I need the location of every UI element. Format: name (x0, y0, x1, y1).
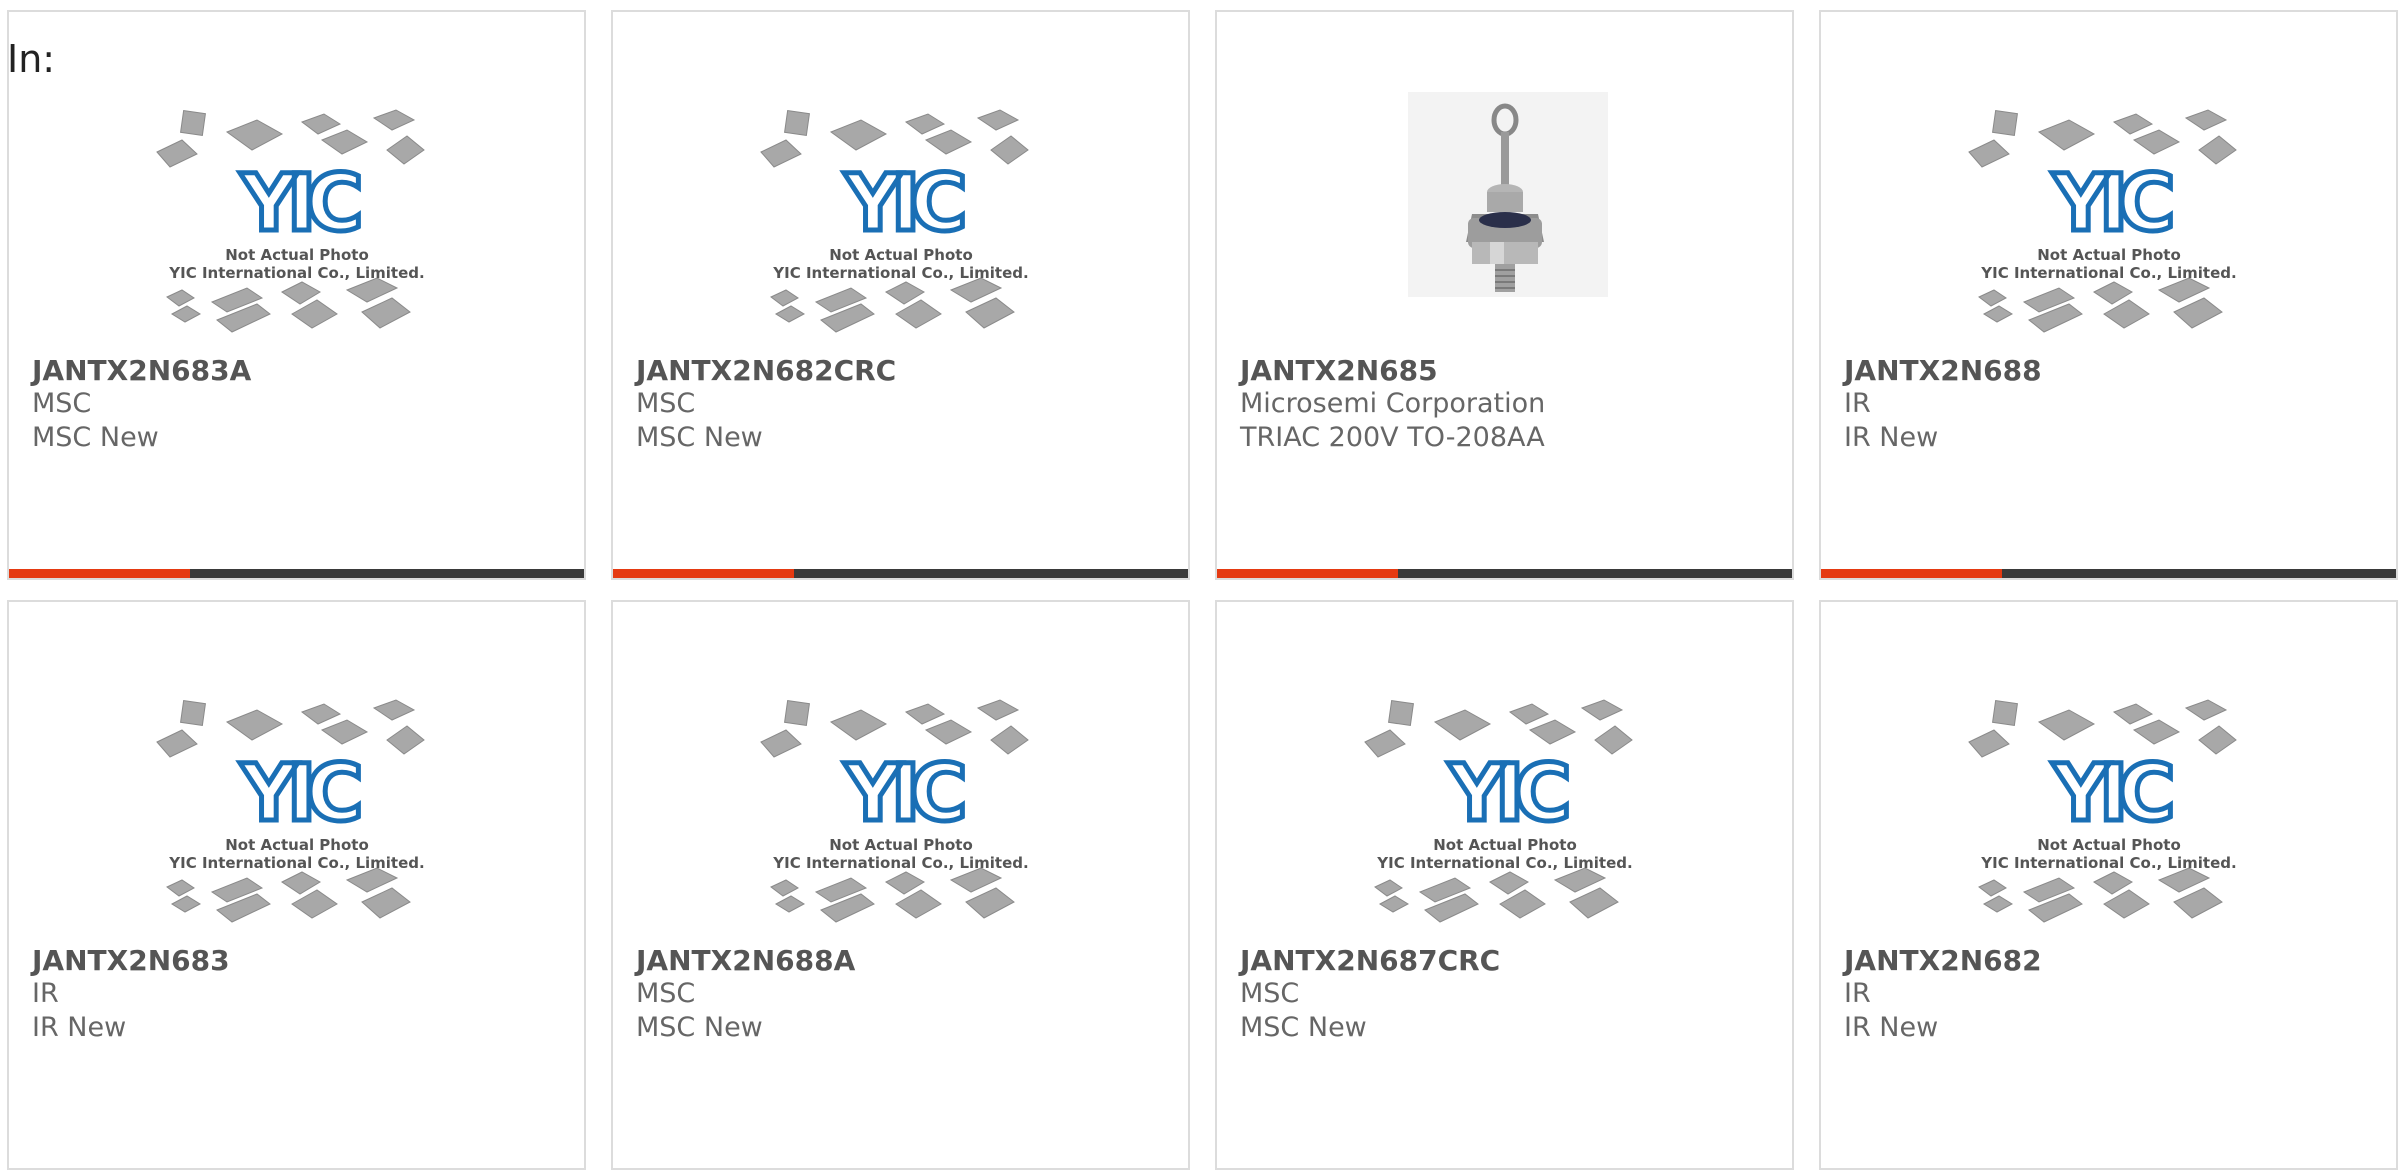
svg-text:YIC International Co., Limited: YIC International Co., Limited. (772, 264, 1028, 282)
yic-placeholder-icon: YIC Not Actual Photo YIC International C… (1363, 699, 1633, 923)
svg-text:YIC International Co., Limited: YIC International Co., Limited. (168, 854, 424, 872)
svg-text:YIC: YIC (843, 159, 963, 249)
svg-text:Not Actual Photo: Not Actual Photo (2037, 836, 2181, 854)
svg-text:Not Actual Photo: Not Actual Photo (225, 246, 369, 264)
svg-text:Not Actual Photo: Not Actual Photo (829, 246, 973, 264)
product-grid: YIC Not Actual Photo YIC International C… (7, 10, 2400, 1170)
svg-text:YIC: YIC (2051, 749, 2171, 839)
card-bottom-bar (9, 569, 584, 578)
product-card[interactable]: YIC Not Actual Photo YIC International C… (1819, 10, 2398, 580)
svg-text:YIC: YIC (239, 159, 359, 249)
manufacturer: MSC (1240, 978, 1300, 1009)
svg-text:YIC International Co., Limited: YIC International Co., Limited. (1376, 854, 1632, 872)
svg-text:YIC: YIC (1447, 749, 1567, 839)
description: MSC New (636, 1012, 763, 1043)
svg-text:YIC International Co., Limited: YIC International Co., Limited. (168, 264, 424, 282)
description: MSC New (636, 422, 763, 453)
card-bottom-bar (1217, 569, 1792, 578)
svg-text:YIC International Co., Limited: YIC International Co., Limited. (1980, 854, 2236, 872)
manufacturer: MSC (32, 388, 92, 419)
description: MSC New (32, 422, 159, 453)
placeholder-photo[interactable]: YIC Not Actual Photo YIC International C… (1821, 92, 2396, 352)
svg-text:YIC: YIC (239, 749, 359, 839)
placeholder-photo[interactable]: YIC Not Actual Photo YIC International C… (1217, 682, 1792, 942)
manufacturer: Microsemi Corporation (1240, 388, 1546, 419)
svg-text:Not Actual Photo: Not Actual Photo (1433, 836, 1577, 854)
yic-placeholder-icon: YIC Not Actual Photo YIC International C… (1967, 699, 2237, 923)
section-heading: In: (7, 37, 56, 81)
product-card[interactable]: YIC Not Actual Photo YIC International C… (7, 600, 586, 1170)
description: IR New (1844, 1012, 1939, 1043)
svg-text:Not Actual Photo: Not Actual Photo (829, 836, 973, 854)
placeholder-photo[interactable]: YIC Not Actual Photo YIC International C… (613, 92, 1188, 352)
manufacturer: MSC (636, 388, 696, 419)
part-number[interactable]: JANTX2N683A (32, 354, 251, 387)
yic-placeholder-icon: YIC Not Actual Photo YIC International C… (1967, 109, 2237, 333)
card-bottom-bar (1821, 569, 2396, 578)
part-number[interactable]: JANTX2N685 (1240, 354, 1438, 387)
product-card[interactable]: YIC Not Actual Photo YIC International C… (1215, 600, 1794, 1170)
svg-text:Not Actual Photo: Not Actual Photo (2037, 246, 2181, 264)
yic-placeholder-icon: YIC Not Actual Photo YIC International C… (759, 109, 1029, 333)
manufacturer: IR (1844, 978, 1871, 1009)
product-card[interactable]: YIC Not Actual Photo YIC International C… (611, 10, 1190, 580)
svg-text:Not Actual Photo: Not Actual Photo (225, 836, 369, 854)
yic-placeholder-icon: YIC Not Actual Photo YIC International C… (155, 109, 425, 333)
placeholder-photo[interactable]: YIC Not Actual Photo YIC International C… (1821, 682, 2396, 942)
part-number[interactable]: JANTX2N682 (1844, 944, 2042, 977)
description: IR New (32, 1012, 127, 1043)
product-card[interactable]: YIC Not Actual Photo YIC International C… (1819, 600, 2398, 1170)
placeholder-photo[interactable]: YIC Not Actual Photo YIC International C… (613, 682, 1188, 942)
product-card[interactable]: YIC Not Actual Photo YIC International C… (611, 600, 1190, 1170)
description: IR New (1844, 422, 1939, 453)
description: MSC New (1240, 1012, 1367, 1043)
svg-text:YIC International Co., Limited: YIC International Co., Limited. (772, 854, 1028, 872)
description: TRIAC 200V TO-208AA (1240, 422, 1545, 453)
svg-text:YIC: YIC (843, 749, 963, 839)
part-number[interactable]: JANTX2N683 (32, 944, 230, 977)
svg-text:YIC International Co., Limited: YIC International Co., Limited. (1980, 264, 2236, 282)
part-number[interactable]: JANTX2N682CRC (636, 354, 896, 387)
placeholder-photo[interactable]: YIC Not Actual Photo YIC International C… (9, 682, 584, 942)
manufacturer: IR (1844, 388, 1871, 419)
product-card[interactable]: JANTX2N685 Microsemi Corporation TRIAC 2… (1215, 10, 1794, 580)
part-number[interactable]: JANTX2N688A (636, 944, 855, 977)
manufacturer: IR (32, 978, 59, 1009)
stud-thyristor-icon (1407, 92, 1608, 297)
svg-text:YIC: YIC (2051, 159, 2171, 249)
placeholder-photo[interactable]: YIC Not Actual Photo YIC International C… (9, 92, 584, 352)
part-number[interactable]: JANTX2N688 (1844, 354, 2042, 387)
product-photo[interactable] (1217, 92, 1792, 352)
product-card[interactable]: YIC Not Actual Photo YIC International C… (7, 10, 586, 580)
manufacturer: MSC (636, 978, 696, 1009)
yic-placeholder-icon: YIC Not Actual Photo YIC International C… (759, 699, 1029, 923)
card-bottom-bar (613, 569, 1188, 578)
yic-placeholder-icon: YIC Not Actual Photo YIC International C… (155, 699, 425, 923)
part-number[interactable]: JANTX2N687CRC (1240, 944, 1500, 977)
